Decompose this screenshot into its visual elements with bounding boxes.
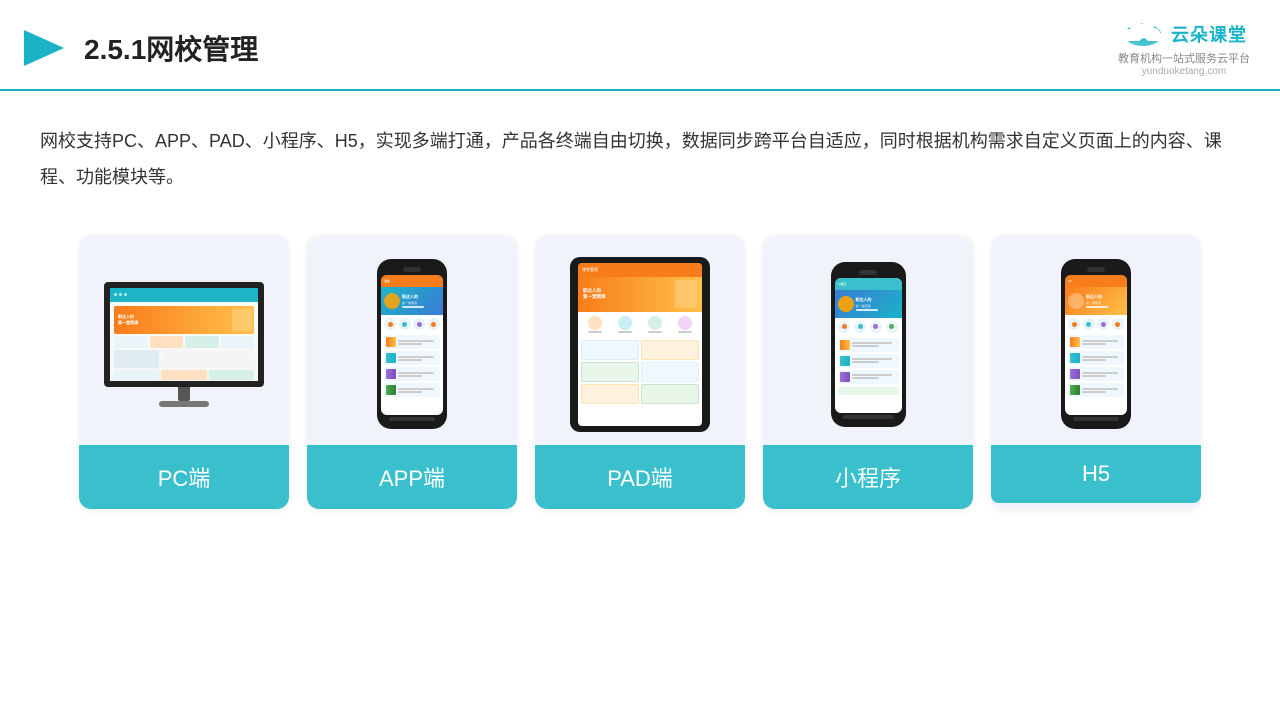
description-text: 网校支持PC、APP、PAD、小程序、H5，实现多端打通，产品各终端自由切换，数… xyxy=(40,123,1240,195)
phone-mini-mockup: 小程序 职达人的 第一堂网课 xyxy=(831,262,906,427)
card-miniprogram-label: 小程序 xyxy=(763,445,973,509)
page-title: 2.5.1网校管理 xyxy=(84,28,258,68)
header-left: 2.5.1网校管理 xyxy=(20,24,258,72)
logo-url: yunduoketang.com xyxy=(1142,66,1227,77)
card-h5-label: H5 xyxy=(991,445,1201,503)
description: 网校支持PC、APP、PAD、小程序、H5，实现多端打通，产品各终端自由切换，数… xyxy=(0,91,1280,205)
card-app-label: APP端 xyxy=(307,445,517,509)
phone-app-mockup: 课堂 职达人的 第一堂网课 xyxy=(377,259,447,429)
phone-h5-mockup: H5 职达人的 第一堂网课 xyxy=(1061,259,1131,429)
card-h5-image: H5 职达人的 第一堂网课 xyxy=(991,235,1201,445)
card-pc-label: PC端 xyxy=(79,445,289,509)
card-h5: H5 职达人的 第一堂网课 xyxy=(991,235,1201,509)
header: 2.5.1网校管理 ☁ 云朵课堂 教育机构一站式服务云平台 yunduoketa… xyxy=(0,0,1280,91)
cloud-logo-icon: ☁ xyxy=(1121,18,1165,50)
card-pad-image: 课堂管理 职达人的第一堂网课 xyxy=(535,235,745,445)
card-pad-label: PAD端 xyxy=(535,445,745,509)
monitor-screen: 职达人的第一堂网课 xyxy=(104,282,264,387)
cards-container: 职达人的第一堂网课 xyxy=(0,205,1280,539)
play-icon xyxy=(20,24,68,72)
card-pc: 职达人的第一堂网课 xyxy=(79,235,289,509)
monitor-mockup: 职达人的第一堂网课 xyxy=(97,282,272,407)
card-pc-image: 职达人的第一堂网课 xyxy=(79,235,289,445)
logo-name: 云朵课堂 xyxy=(1171,21,1247,47)
card-app: 课堂 职达人的 第一堂网课 xyxy=(307,235,517,509)
svg-text:☁: ☁ xyxy=(1138,34,1148,45)
card-miniprogram: 小程序 职达人的 第一堂网课 xyxy=(763,235,973,509)
card-app-image: 课堂 职达人的 第一堂网课 xyxy=(307,235,517,445)
logo-cloud: ☁ 云朵课堂 xyxy=(1121,18,1247,50)
card-pad: 课堂管理 职达人的第一堂网课 xyxy=(535,235,745,509)
card-miniprogram-image: 小程序 职达人的 第一堂网课 xyxy=(763,235,973,445)
logo-subtitle: 教育机构一站式服务云平台 xyxy=(1118,50,1250,66)
tablet-mockup: 课堂管理 职达人的第一堂网课 xyxy=(570,257,710,432)
logo-area: ☁ 云朵课堂 教育机构一站式服务云平台 yunduoketang.com xyxy=(1118,18,1250,77)
